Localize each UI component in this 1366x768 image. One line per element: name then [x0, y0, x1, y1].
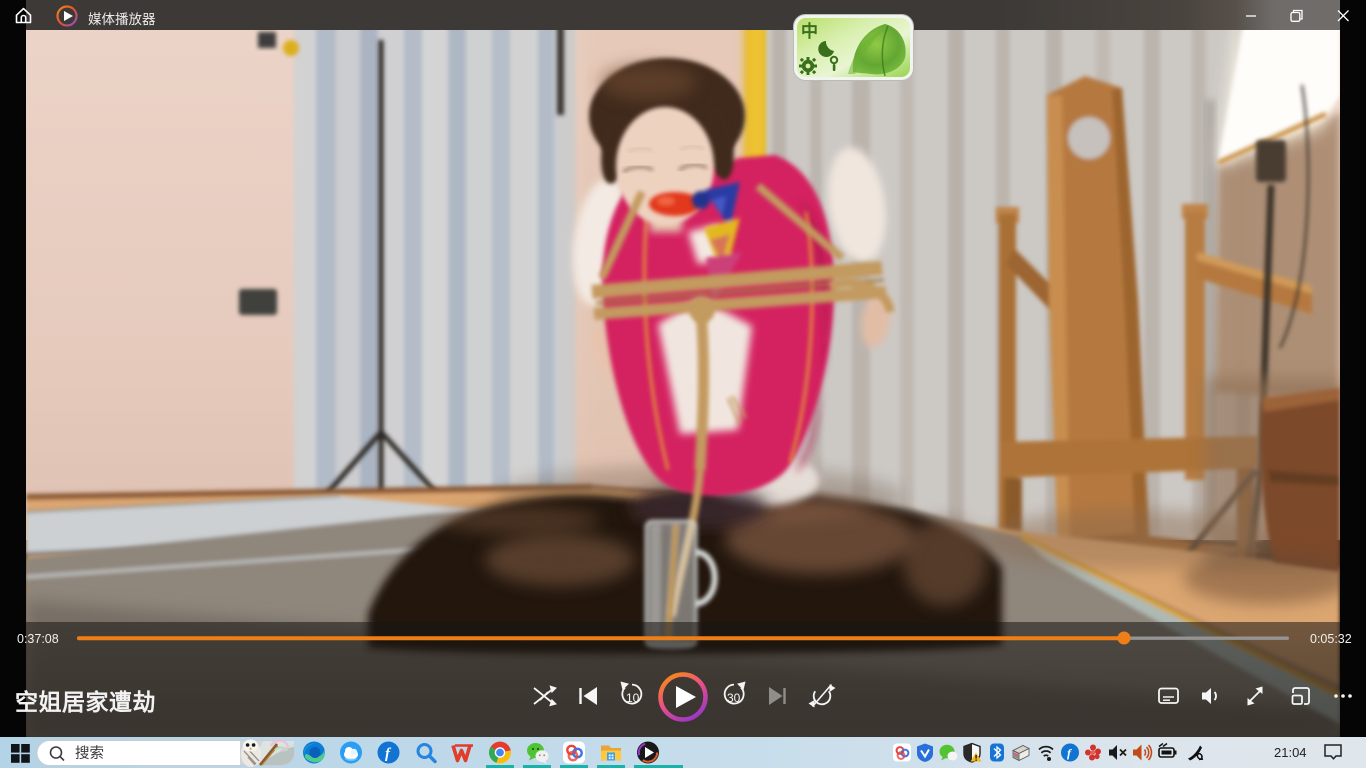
- svg-text:10: 10: [626, 691, 640, 705]
- svg-text:搜索: 搜索: [75, 745, 104, 762]
- svg-text:21:04: 21:04: [1274, 745, 1307, 760]
- svg-text:中: 中: [801, 21, 818, 41]
- svg-text:0:37:08: 0:37:08: [17, 632, 59, 646]
- svg-text:30: 30: [727, 691, 741, 705]
- svg-text:0:05:32: 0:05:32: [1310, 632, 1352, 646]
